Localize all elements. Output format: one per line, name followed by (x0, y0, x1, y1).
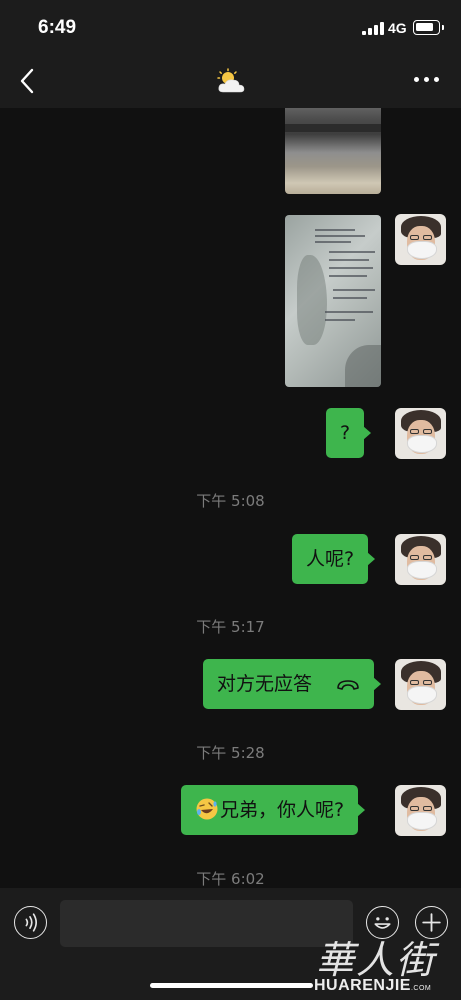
rolling-on-floor-laughing-icon (196, 798, 218, 819)
avatar[interactable] (395, 408, 446, 459)
back-icon[interactable] (16, 66, 40, 96)
status-bar: 6:49 4G (0, 0, 461, 56)
timestamp: 下午 5:28 (196, 744, 265, 762)
avatar[interactable] (395, 214, 446, 265)
image-message[interactable] (285, 215, 381, 387)
network-type: 4G (388, 20, 407, 36)
message-text: 兄弟，你人呢? (220, 799, 345, 821)
timestamp: 下午 6:02 (196, 870, 265, 888)
watermark-name: HUARENJIE (314, 977, 411, 994)
battery-icon (413, 20, 444, 35)
home-indicator[interactable] (150, 983, 313, 988)
watermark-logo: 華人街 HUARENJIE.COM (312, 925, 452, 997)
avatar[interactable] (395, 534, 446, 585)
timestamp: 下午 5:17 (196, 618, 265, 636)
message-bubble[interactable]: 人呢? (292, 534, 376, 584)
phone-hangup-icon (337, 679, 359, 690)
chat-header (0, 56, 461, 108)
message-bubble[interactable]: ? (326, 408, 372, 458)
timestamp: 下午 5:08 (196, 492, 265, 510)
message-text: ? (340, 422, 351, 444)
signal-icon (362, 22, 384, 35)
call-record-bubble[interactable]: 对方无应答 (203, 659, 382, 709)
watermark-logo-text: 華人街 (316, 938, 437, 982)
message-input[interactable] (60, 900, 353, 947)
call-status-text: 对方无应答 (217, 673, 313, 695)
watermark-text: HUARENJIE.COM (314, 977, 431, 995)
voice-input-icon[interactable] (14, 906, 47, 939)
sun-behind-cloud-icon (217, 68, 245, 93)
chat-message-list[interactable]: ? 下午 5:08 人呢? 下午 5:17 对方无应答 下午 5:28 兄弟，你… (0, 108, 461, 888)
watermark-suffix: .COM (410, 985, 432, 992)
message-text: 人呢? (306, 548, 355, 570)
message-bubble[interactable]: 兄弟，你人呢? (181, 785, 366, 835)
more-options-icon[interactable] (414, 77, 440, 85)
avatar[interactable] (395, 785, 446, 836)
avatar[interactable] (395, 659, 446, 710)
status-time: 6:49 (38, 17, 77, 38)
image-message[interactable] (285, 108, 381, 194)
